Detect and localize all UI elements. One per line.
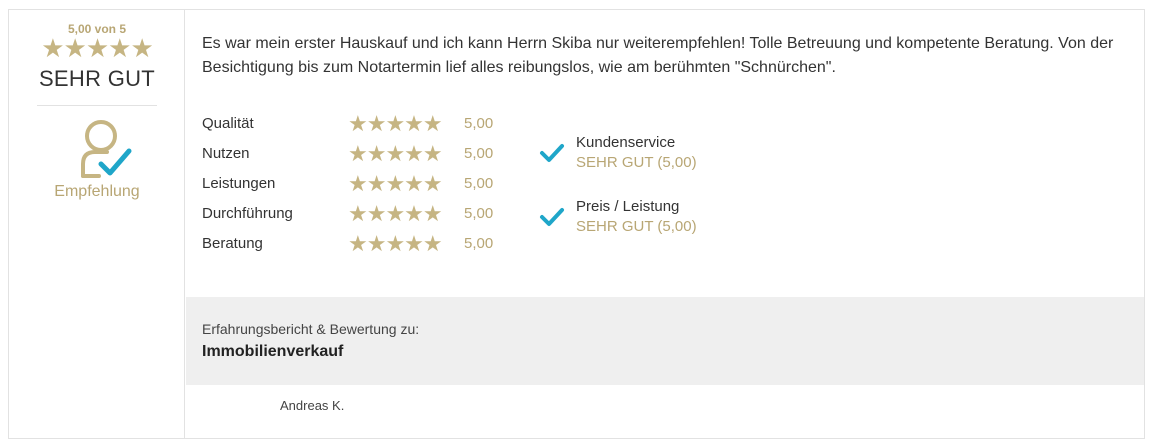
criterion-stars: ★★★★★ [348,201,443,226]
recommendation-label: Empfehlung [54,183,140,200]
review-subject-caption: Erfahrungsbericht & Bewertung zu: [202,321,420,337]
overall-rating-word: SEHR GUT [38,66,156,91]
criterion-name: Beratung [202,235,263,252]
review-author: Andreas K. [280,398,345,413]
criterion-name: Nutzen [202,145,250,162]
criterion-stars: ★★★★★ [348,141,443,166]
criterion-name: Durchführung [202,205,293,222]
summary-divider [37,105,157,106]
check-rating: SEHR GUT (5,00) [576,218,697,235]
criterion-value: 5,00 [464,235,494,252]
criterion-value: 5,00 [464,145,494,162]
review-subject-panel: Erfahrungsbericht & Bewertung zu: Immobi… [186,297,1144,385]
summary-panel: 5,00 von 5 ★★★★★ SEHR GUT Empfehlung [9,10,185,438]
criterion-name: Leistungen [202,175,276,192]
criterion-name: Qualität [202,115,254,132]
criterion-stars: ★★★★★ [348,231,443,256]
check-title: Preis / Leistung [576,198,680,215]
criterion-value: 5,00 [464,115,494,132]
check-preis-leistung: Preis / Leistung SEHR GUT (5,00) [539,198,739,242]
review-subject-category[interactable]: Immobilienverkauf [202,343,343,361]
criterion-value: 5,00 [464,205,494,222]
checkmark-icon [540,144,564,162]
checkmark-icon [540,208,564,226]
criterion-stars: ★★★★★ [348,111,443,136]
check-kundenservice: Kundenservice SEHR GUT (5,00) [539,134,739,178]
review-card: 5,00 von 5 ★★★★★ SEHR GUT Empfehlung Es … [8,9,1145,439]
check-title: Kundenservice [576,134,676,151]
criterion-stars: ★★★★★ [348,171,443,196]
overall-star-rating: ★★★★★ [41,33,154,63]
user-recommend-icon [81,120,132,178]
review-text: Es war mein erster Hauskauf und ich kann… [202,35,1114,76]
criterion-value: 5,00 [464,175,494,192]
check-rating: SEHR GUT (5,00) [576,154,697,171]
